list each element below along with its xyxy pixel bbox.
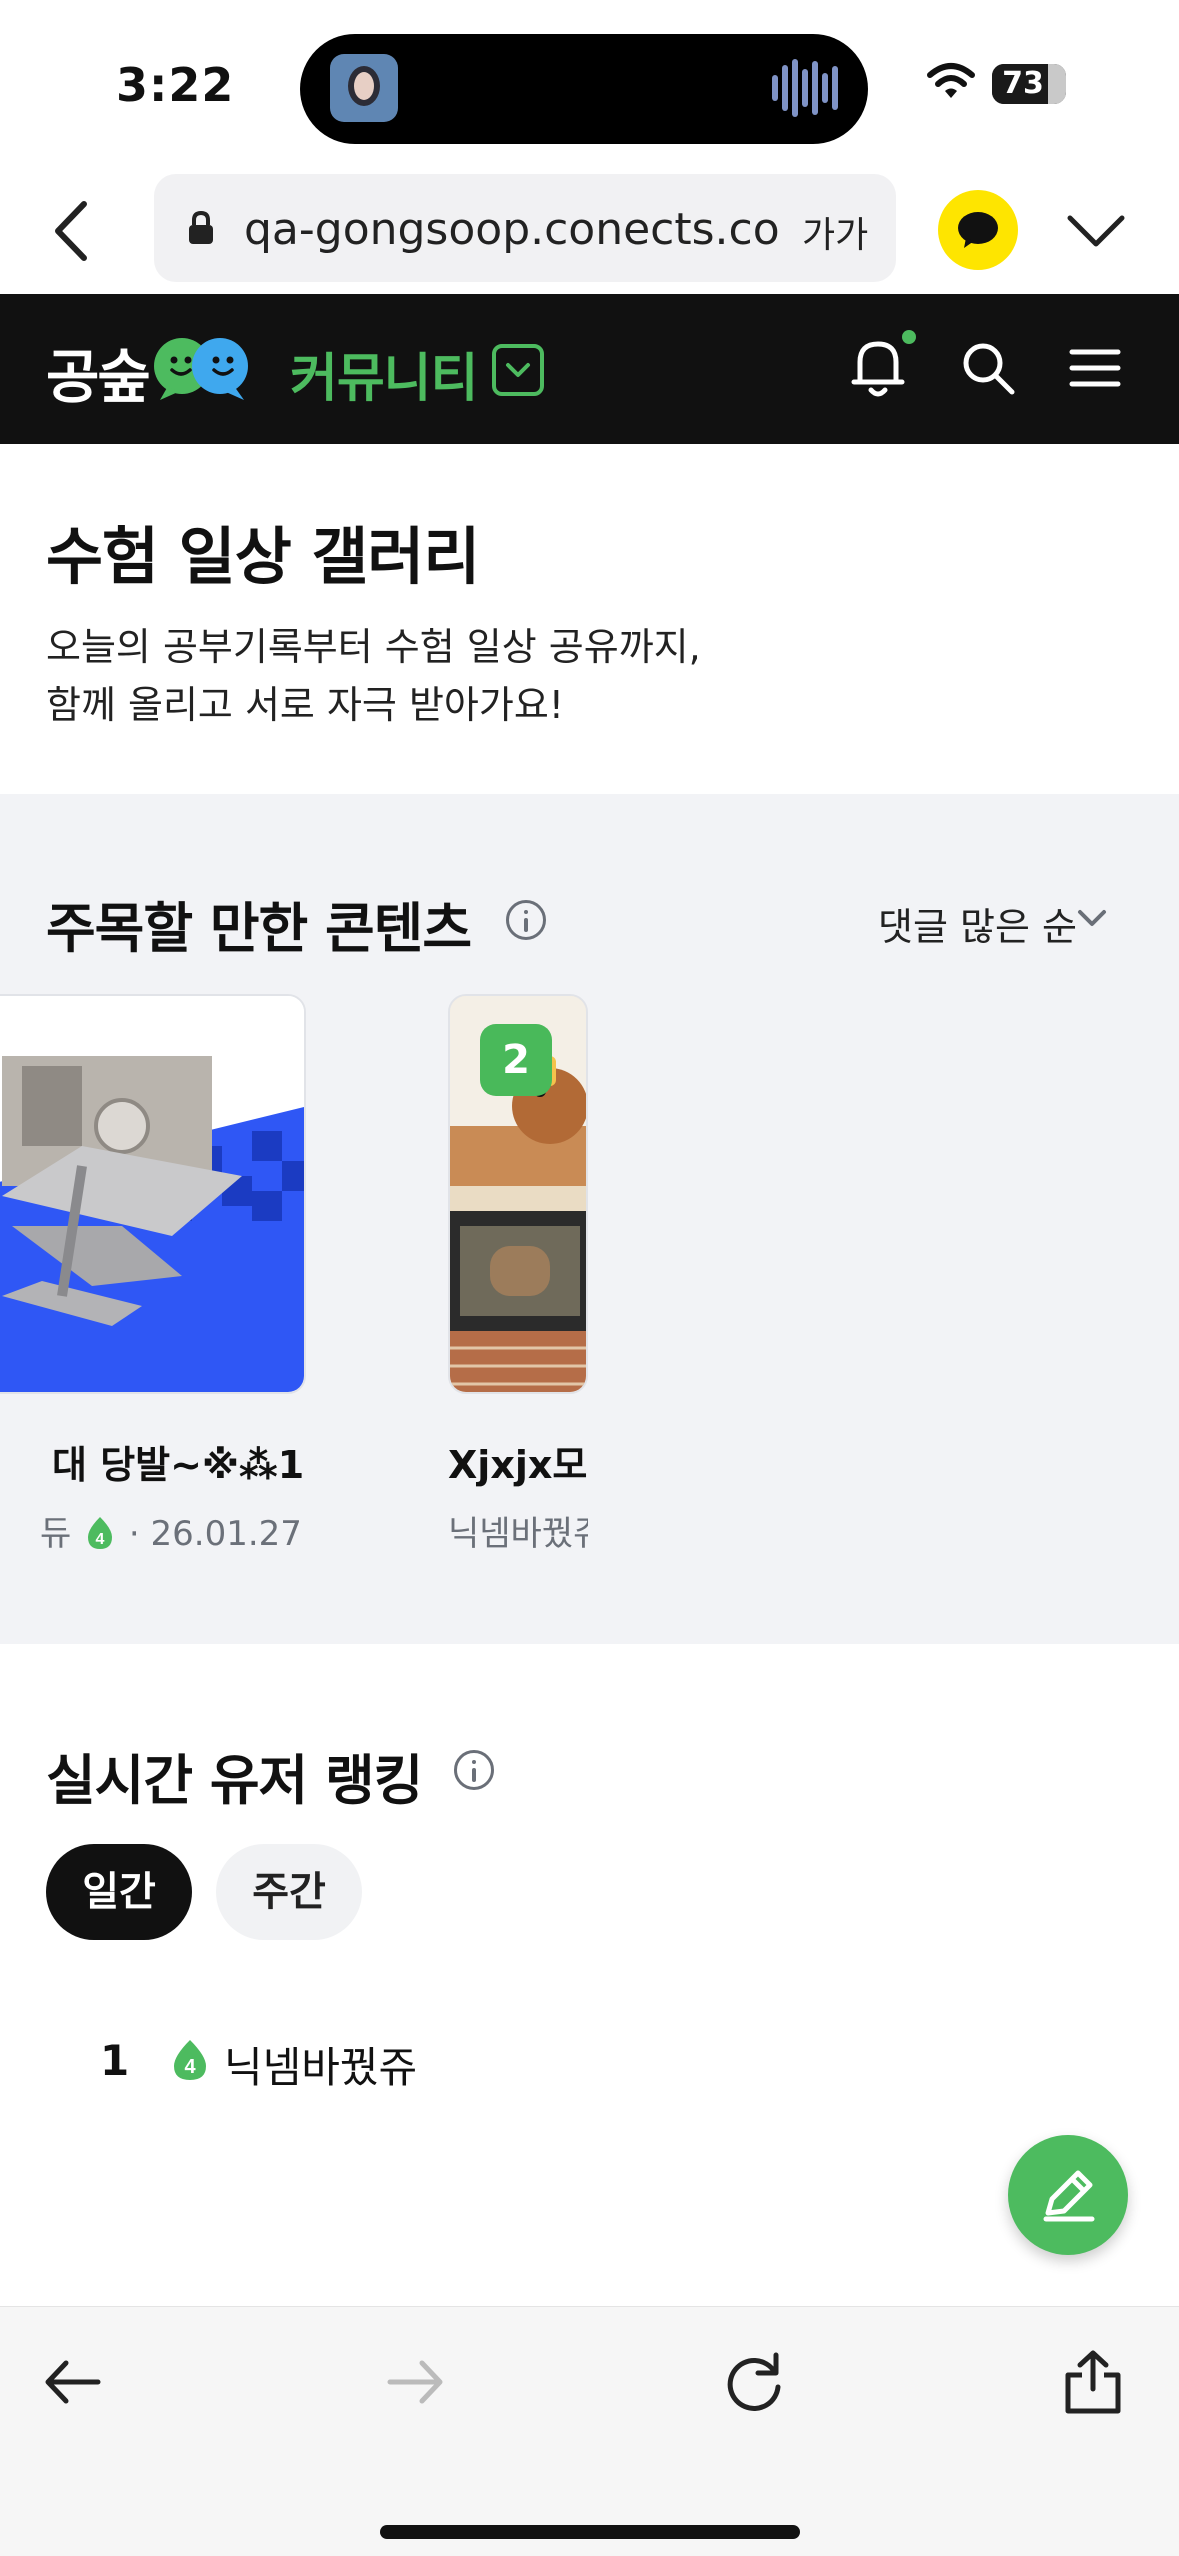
- kakao-talk-icon: [958, 212, 998, 248]
- menu-icon[interactable]: [1068, 346, 1122, 390]
- url-field[interactable]: qa-gongsoop.conects.com 가가: [154, 174, 896, 282]
- rank-username: 닉넴바꿨쥬: [224, 2043, 418, 2092]
- logo[interactable]: 공숲: [46, 330, 151, 414]
- featured-title: 주목할 만한 콘텐츠: [46, 897, 472, 960]
- description-line: 오늘의 공부기록부터 수험 일상 공유까지,: [46, 625, 701, 669]
- page-description: 오늘의 공부기록부터 수험 일상 공유까지, 함께 올리고 서로 자극 받아가요…: [46, 618, 701, 734]
- info-icon[interactable]: [454, 1750, 494, 1790]
- featured-card-thumbnail[interactable]: 2: [448, 994, 588, 1394]
- browser-toolbar: [0, 2306, 1179, 2556]
- laptop-stand-image: [0, 996, 304, 1392]
- site-header: 공숲 커뮤니티: [0, 294, 1179, 444]
- featured-section: 주목할 만한 콘텐츠 댓글 많은 순 대 당발~※⁂1... 듀: [0, 794, 1179, 1644]
- level-badge-icon: 4: [174, 2040, 206, 2080]
- wifi-icon: [927, 63, 975, 98]
- logo-bubbles-icon: [154, 338, 248, 400]
- info-icon[interactable]: [506, 900, 546, 940]
- section-dropdown-toggle[interactable]: [492, 344, 544, 396]
- now-playing-artwork: [330, 54, 398, 122]
- card-author: 듀: [40, 1514, 72, 1554]
- chevron-down-icon[interactable]: [1066, 206, 1126, 256]
- section-label[interactable]: 커뮤니티: [290, 336, 478, 411]
- audio-waveform-icon: [772, 58, 838, 118]
- page-title: 수험 일상 갤러리: [46, 520, 480, 593]
- notification-dot: [902, 330, 916, 344]
- arrow-right-icon[interactable]: [382, 2349, 448, 2415]
- rank-number: 1: [100, 2036, 130, 2085]
- tab-weekly[interactable]: 주간: [216, 1844, 362, 1940]
- battery-indicator: 73: [992, 64, 1066, 104]
- kakao-talk-button[interactable]: [938, 190, 1018, 270]
- status-bar: 3:22 73: [0, 0, 1179, 170]
- refresh-icon[interactable]: [722, 2349, 788, 2415]
- dynamic-island: [300, 34, 868, 144]
- ranking-section: 실시간 유저 랭킹 일간 주간 1 4 닉넴바꿨쥬: [0, 1644, 1179, 2304]
- home-indicator: [380, 2525, 800, 2539]
- ranking-row[interactable]: 1 4 닉넴바꿨쥬: [46, 2024, 1046, 2104]
- card-title[interactable]: Xjxjx모바: [448, 1434, 588, 1489]
- card-date: 26.01.27: [150, 1514, 300, 1554]
- rank-level: 4: [184, 2056, 196, 2078]
- chevron-down-icon: [506, 363, 530, 377]
- lock-icon: [189, 210, 213, 244]
- bell-icon[interactable]: [848, 332, 908, 402]
- description-line: 함께 올리고 서로 자극 받아가요!: [46, 683, 565, 727]
- featured-card-thumbnail[interactable]: [0, 994, 306, 1394]
- card-author: 닉넴바꿨쥬: [448, 1514, 588, 1554]
- battery-percent: 73: [1002, 66, 1044, 101]
- arrow-left-icon[interactable]: [40, 2349, 106, 2415]
- card-level: 4: [96, 1531, 105, 1548]
- tab-daily[interactable]: 일간: [46, 1844, 192, 1940]
- sort-select[interactable]: 댓글 많은 순: [878, 896, 1077, 951]
- gallery-intro: 수험 일상 갤러리 오늘의 공부기록부터 수험 일상 공유까지, 함께 올리고 …: [0, 444, 1179, 794]
- url-text: qa-gongsoop.conects.com: [244, 204, 778, 255]
- browser-url-bar: qa-gongsoop.conects.com 가가: [0, 170, 1179, 294]
- level-badge-icon: 4: [88, 1517, 113, 1549]
- status-time: 3:22: [116, 58, 235, 112]
- share-icon[interactable]: [1060, 2349, 1126, 2415]
- pencil-icon: [1043, 2170, 1095, 2222]
- card-meta: 듀 4 · 26.01.27: [40, 1514, 300, 1554]
- text-size-button[interactable]: 가가: [802, 206, 868, 258]
- card-title[interactable]: 대 당발~※⁂1...: [52, 1434, 302, 1489]
- back-chevron-icon[interactable]: [46, 196, 96, 266]
- ranking-title: 실시간 유저 랭킹: [46, 1749, 423, 1812]
- search-icon[interactable]: [958, 338, 1018, 398]
- rank-badge: 2: [480, 1024, 552, 1096]
- write-post-button[interactable]: [1008, 2135, 1128, 2255]
- chevron-down-icon[interactable]: [1076, 906, 1108, 930]
